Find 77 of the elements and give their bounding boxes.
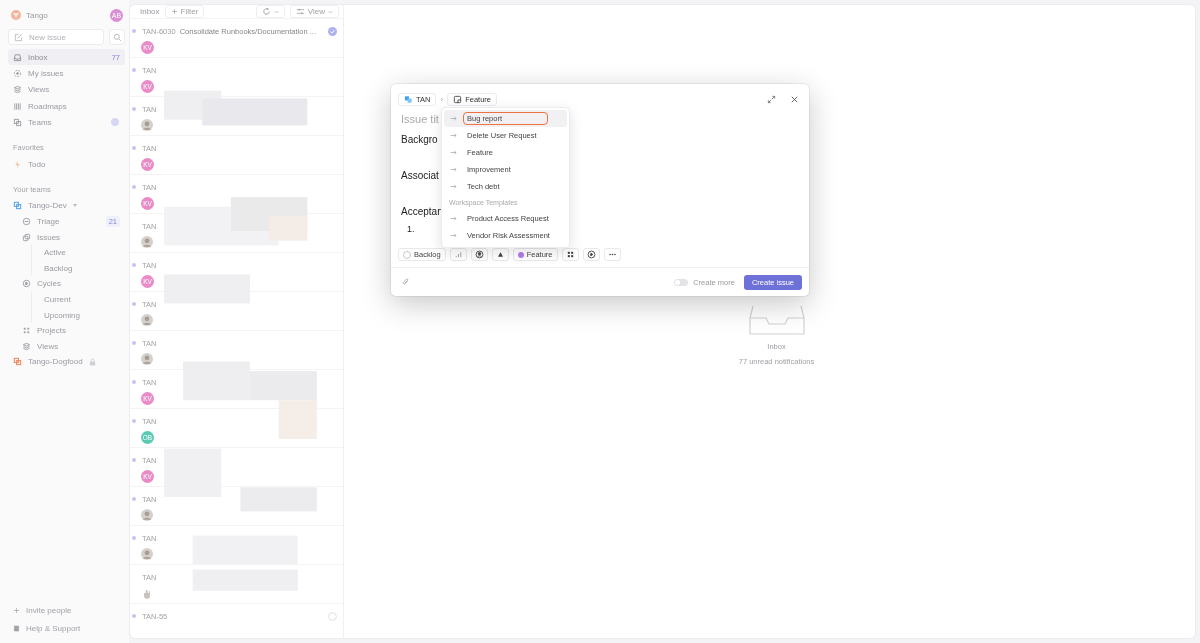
sidebar-item[interactable]: Issues xyxy=(37,232,61,242)
toggle-switch[interactable] xyxy=(674,278,689,286)
dots-grid-icon xyxy=(565,250,575,259)
sidebar-item[interactable]: Upcoming xyxy=(44,310,80,320)
search-icon xyxy=(112,32,122,42)
chevron-icon xyxy=(273,9,279,14)
sidebar-item[interactable]: Triage xyxy=(37,216,60,226)
refresh-icon xyxy=(261,7,271,16)
workspace-name[interactable]: Tango xyxy=(26,10,105,20)
sidebar-item[interactable]: Tango-Dev xyxy=(28,201,67,211)
layers-icon xyxy=(13,85,22,95)
logo-icon xyxy=(11,10,21,20)
nav-item[interactable]: Roadmaps xyxy=(8,97,125,115)
nav-item[interactable]: My issues xyxy=(8,65,125,82)
triangle-icon xyxy=(495,250,505,259)
sidebar-item[interactable]: Current xyxy=(44,294,71,304)
columns-icon xyxy=(13,101,22,111)
property-button[interactable] xyxy=(582,248,600,261)
user-circle-icon xyxy=(474,250,484,259)
sidebar-link[interactable]: Invite people xyxy=(8,601,125,619)
view-button[interactable]: View xyxy=(289,5,339,18)
arrow-icon xyxy=(450,116,457,121)
arrow-icon xyxy=(450,133,457,138)
page-title: Inbox xyxy=(140,7,160,16)
lightning-icon xyxy=(13,159,22,169)
target-icon xyxy=(13,68,22,78)
person-avatar-icon xyxy=(141,314,153,326)
pencil-icon xyxy=(14,32,23,42)
person-avatar-icon xyxy=(141,509,153,521)
bars-icon xyxy=(453,250,463,259)
caret-icon[interactable] xyxy=(72,204,77,208)
paperclip-icon[interactable] xyxy=(402,278,410,286)
breadcrumb-separator: › xyxy=(440,94,444,104)
sidebar-item[interactable]: Projects xyxy=(37,326,66,336)
person-avatar-icon xyxy=(141,119,153,131)
play-circle-icon xyxy=(22,279,31,289)
nav-item[interactable]: Teams xyxy=(8,114,125,131)
display-button[interactable] xyxy=(255,5,285,18)
filter-button[interactable]: Filter xyxy=(164,5,205,18)
stacked-squares-icon xyxy=(22,232,31,242)
plus-icon xyxy=(13,606,20,614)
sidebar-item[interactable]: Cycles xyxy=(37,279,61,289)
new-issue-button[interactable]: New issue xyxy=(8,29,104,45)
sidebar-item[interactable]: Backlog xyxy=(44,263,73,273)
inbox-icon xyxy=(13,52,22,62)
section-heading: Backgro xyxy=(401,133,438,147)
chevron-icon xyxy=(328,9,333,14)
squares-icon xyxy=(13,117,22,127)
title-field[interactable]: Issue tit xyxy=(401,112,439,126)
hand-icon xyxy=(141,587,153,599)
person-avatar-icon xyxy=(141,236,153,248)
layers-icon xyxy=(22,341,31,351)
list-number: 1. xyxy=(407,223,415,235)
close-icon xyxy=(789,94,799,104)
arrow-icon xyxy=(450,233,457,238)
person-avatar-icon xyxy=(141,548,153,560)
dots-grid-icon xyxy=(22,326,31,336)
nav-item[interactable]: Views xyxy=(8,81,125,98)
plus-icon xyxy=(170,8,178,15)
arrow-icon xyxy=(450,184,457,189)
sliders-icon xyxy=(295,7,305,16)
sidebar-link[interactable]: Help & Support xyxy=(8,619,125,637)
sidebar-item[interactable]: Todo xyxy=(28,159,46,169)
sidebar-item[interactable]: Active xyxy=(44,248,66,258)
person-avatar-icon xyxy=(141,353,153,365)
arrow-icon xyxy=(450,167,457,172)
arrow-icon xyxy=(450,216,457,221)
team-icon xyxy=(404,94,413,104)
search-button[interactable] xyxy=(109,29,125,45)
expand-icon xyxy=(766,94,776,104)
property-button[interactable] xyxy=(561,248,579,261)
section-heading: Associat xyxy=(401,169,439,183)
arrow-icon xyxy=(450,150,457,155)
sidebar-item[interactable]: Views xyxy=(37,341,59,351)
sidebar-item[interactable]: Tango-Dogfood xyxy=(28,357,83,367)
document-icon xyxy=(453,94,463,104)
play-circle-icon xyxy=(586,250,596,259)
